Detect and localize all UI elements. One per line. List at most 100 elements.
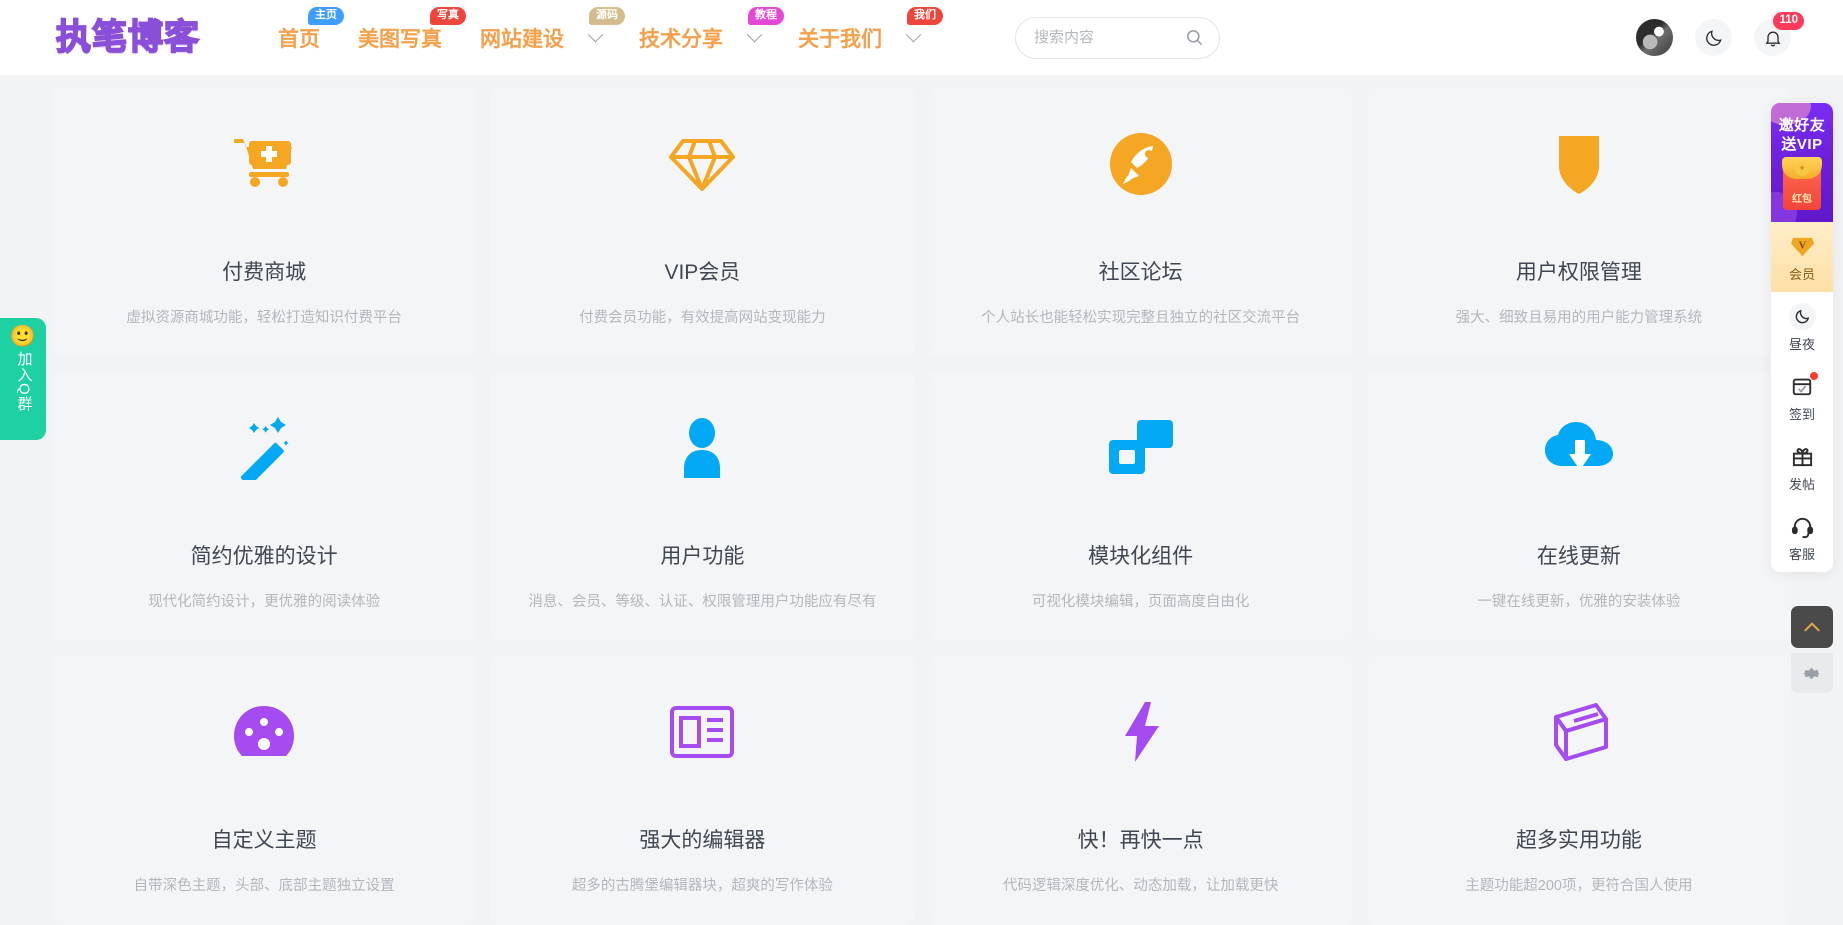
- avatar[interactable]: [1636, 19, 1673, 56]
- chevron-down-icon[interactable]: [746, 26, 763, 43]
- feature-card-paid-shop[interactable]: 付费商城 虚拟资源商城功能，轻松打造知识付费平台: [52, 87, 477, 357]
- notifications-button[interactable]: 110: [1754, 12, 1804, 56]
- feature-desc: 可视化模块编辑，页面高度自由化: [1031, 593, 1250, 610]
- user-icon: [675, 400, 729, 496]
- feature-title: 快！再快一点: [1077, 828, 1204, 852]
- feature-desc: 主题功能超200项，更符合国人使用: [1465, 877, 1693, 894]
- feature-card-editor[interactable]: 强大的编辑器 超多的古腾堡编辑器块，超爽的写作体验: [490, 655, 915, 925]
- chevron-down-icon[interactable]: [905, 26, 922, 43]
- red-envelope-icon: 红包: [1782, 156, 1822, 210]
- svg-text:V: V: [1798, 240, 1806, 251]
- nav-label: 美图写真: [358, 27, 443, 51]
- feature-title: 用户权限管理: [1515, 260, 1642, 284]
- floating-sidebar: 邀好友 送VIP 红包 V 会员 昼夜: [1771, 103, 1833, 572]
- nav-label: 技术分享: [639, 27, 724, 51]
- feature-title: 用户功能: [660, 544, 745, 568]
- red-envelope-label: 红包: [1792, 193, 1812, 205]
- feature-card-vip[interactable]: VIP会员 付费会员功能，有效提高网站变现能力: [490, 87, 915, 357]
- lightning-icon: [1119, 684, 1163, 780]
- back-to-top-button[interactable]: [1791, 606, 1833, 648]
- unread-dot-icon: [1810, 371, 1818, 380]
- feature-card-utilities[interactable]: 超多实用功能 主题功能超200项，更符合国人使用: [1366, 655, 1791, 925]
- nav-item-about-us[interactable]: 关于我们 我们: [798, 0, 944, 75]
- gear-icon: [1802, 667, 1820, 679]
- sidebar-item-support[interactable]: 客服: [1771, 502, 1833, 572]
- nav-item-photos[interactable]: 美图写真 写真: [358, 0, 467, 75]
- feature-card-online-update[interactable]: 在线更新 一键在线更新，优雅的安装体验: [1366, 371, 1791, 641]
- sidebar-label: 签到: [1788, 406, 1815, 422]
- nav-label: 网站建设: [480, 27, 565, 51]
- promo-line-2: 送VIP: [1781, 135, 1823, 153]
- gift-icon: [1771, 443, 1833, 470]
- feature-card-fast[interactable]: 快！再快一点 代码逻辑深度优化、动态加载，让加载更快: [928, 655, 1353, 925]
- feature-title: 超多实用功能: [1515, 828, 1642, 852]
- nav-label: 关于我们: [798, 27, 883, 51]
- magic-wand-icon: [231, 400, 297, 496]
- shield-icon: [1553, 116, 1605, 212]
- feature-desc: 个人站长也能轻松实现完整且独立的社区交流平台: [981, 309, 1301, 326]
- shopping-cart-plus-icon: [231, 116, 297, 212]
- join-qq-group-label: 加入Q群: [15, 351, 33, 412]
- search-box[interactable]: [1015, 16, 1221, 59]
- feature-desc: 虚拟资源商城功能，轻松打造知识付费平台: [126, 309, 402, 326]
- site-header: 执笔博客 首页 主页 美图写真 写真 网站建设 源码 技术分享 教程 关于我们 …: [0, 0, 1843, 75]
- settings-button[interactable]: [1791, 653, 1833, 693]
- sidebar-item-post[interactable]: 发帖: [1771, 432, 1833, 502]
- feature-card-permissions[interactable]: 用户权限管理 强大、细致且易用的用户能力管理系统: [1366, 87, 1791, 357]
- sidebar-label: 发帖: [1788, 476, 1815, 492]
- invite-friends-promo[interactable]: 邀好友 送VIP 红包: [1771, 103, 1833, 222]
- calendar-check-icon: [1771, 373, 1833, 400]
- feature-desc: 付费会员功能，有效提高网站变现能力: [579, 309, 826, 326]
- nav-badge: 源码: [589, 7, 626, 25]
- feature-desc: 自带深色主题，头部、底部主题独立设置: [133, 877, 395, 894]
- book-icon: [1546, 684, 1612, 780]
- features-grid: 付费商城 虚拟资源商城功能，轻松打造知识付费平台 VIP会员 付费会员功能，有效…: [52, 87, 1791, 925]
- feature-card-design[interactable]: 简约优雅的设计 现代化简约设计，更优雅的阅读体验: [52, 371, 477, 641]
- sidebar-item-vip[interactable]: V 会员: [1771, 221, 1833, 292]
- header-actions: 110: [1636, 0, 1804, 75]
- feature-desc: 一键在线更新，优雅的安装体验: [1477, 593, 1681, 610]
- feature-card-custom-theme[interactable]: 自定义主题 自带深色主题，头部、底部主题独立设置: [52, 655, 477, 925]
- feature-title: 自定义主题: [211, 828, 317, 852]
- chevron-down-icon[interactable]: [587, 26, 604, 43]
- promo-line-1: 邀好友: [1778, 117, 1826, 134]
- editor-icon: [669, 684, 735, 780]
- chevron-up-icon: [1804, 622, 1820, 632]
- sidebar-label: 昼夜: [1788, 336, 1815, 352]
- smiley-headset-icon: 🙂: [9, 325, 37, 348]
- nav-item-website-build[interactable]: 网站建设 源码: [480, 0, 626, 75]
- search-icon[interactable]: [1185, 28, 1204, 47]
- headset-icon: [1771, 513, 1833, 540]
- join-qq-group-tab[interactable]: 🙂 加入Q群: [0, 318, 46, 440]
- features-section: 付费商城 虚拟资源商城功能，轻松打造知识付费平台 VIP会员 付费会员功能，有效…: [0, 75, 1843, 925]
- feature-desc: 代码逻辑深度优化、动态加载，让加载更快: [1002, 877, 1279, 894]
- diamond-icon: [668, 116, 736, 212]
- moon-icon: [1705, 29, 1722, 46]
- sidebar-item-checkin[interactable]: 签到: [1771, 362, 1833, 432]
- moon-icon-wrap: [1771, 302, 1833, 330]
- notification-count-badge: 110: [1773, 12, 1804, 30]
- feature-card-user-features[interactable]: 用户功能 消息、会员、等级、认证、权限管理用户功能应有尽有: [490, 371, 915, 641]
- feature-card-modules[interactable]: 模块化组件 可视化模块编辑，页面高度自由化: [928, 371, 1353, 641]
- feature-title: 简约优雅的设计: [190, 544, 338, 568]
- rocket-circle-icon: [1109, 116, 1173, 212]
- bell-icon: [1764, 31, 1781, 46]
- feature-title: 模块化组件: [1088, 544, 1194, 568]
- sidebar-item-daynight[interactable]: 昼夜: [1771, 292, 1833, 362]
- search-input[interactable]: [1034, 29, 1175, 46]
- nav-item-tech-share[interactable]: 技术分享 教程: [639, 0, 785, 75]
- feature-desc: 超多的古腾堡编辑器块，超爽的写作体验: [571, 877, 833, 894]
- feature-title: VIP会员: [664, 260, 741, 284]
- feature-title: 强大的编辑器: [639, 828, 766, 852]
- nav-badge: 主页: [308, 7, 345, 25]
- sidebar-label: 客服: [1788, 546, 1815, 562]
- feature-title: 社区论坛: [1098, 260, 1183, 284]
- nav-badge: 教程: [748, 7, 785, 25]
- dark-mode-toggle[interactable]: [1695, 19, 1732, 56]
- feature-title: 付费商城: [222, 260, 307, 284]
- nav-label: 首页: [278, 27, 321, 51]
- feature-card-forum[interactable]: 社区论坛 个人站长也能轻松实现完整且独立的社区交流平台: [928, 87, 1353, 357]
- nav-badge: 我们: [907, 7, 944, 25]
- nav-item-home[interactable]: 首页 主页: [278, 0, 345, 75]
- site-logo[interactable]: 执笔博客: [55, 17, 200, 58]
